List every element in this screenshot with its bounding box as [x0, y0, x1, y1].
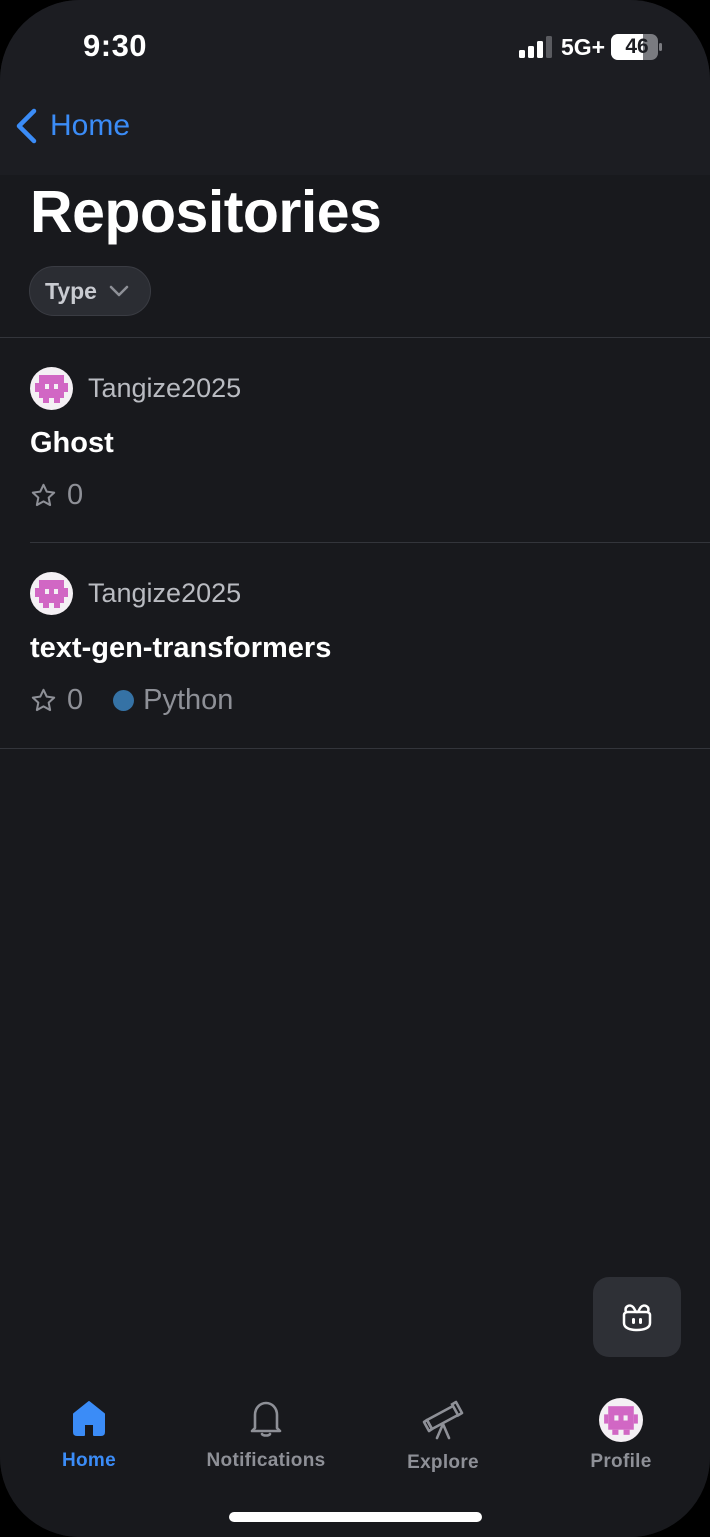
- status-bar: 9:30 5G+ 46: [0, 0, 710, 95]
- page-title: Repositories: [30, 179, 382, 245]
- repository-meta: 0: [30, 479, 83, 512]
- repository-name: Ghost: [30, 427, 114, 459]
- back-button[interactable]: Home: [14, 104, 130, 148]
- copilot-button[interactable]: [593, 1277, 681, 1357]
- phone-screen: 9:30 5G+ 46 Home Repositories Type Tangi…: [0, 0, 710, 1537]
- telescope-icon: [422, 1400, 464, 1440]
- star-count: 0: [67, 684, 84, 716]
- star-icon: [31, 483, 56, 507]
- repository-owner: Tangize2025: [88, 578, 242, 608]
- status-time: 9:30: [83, 28, 148, 63]
- home-icon: [73, 1401, 105, 1436]
- tab-profile[interactable]: Profile: [541, 1398, 701, 1473]
- chevron-left-icon: [16, 108, 37, 144]
- tab-notifications[interactable]: Notifications: [186, 1398, 346, 1472]
- back-label: Home: [50, 109, 131, 142]
- repository-name: text-gen-transformers: [30, 632, 332, 664]
- battery-level: 46: [625, 35, 649, 58]
- tab-label: Profile: [590, 1451, 652, 1472]
- avatar: [599, 1398, 643, 1442]
- repository-row[interactable]: Tangize2025 Ghost 0: [0, 338, 710, 543]
- language-color-dot: [113, 690, 135, 711]
- owner-avatar: [30, 367, 73, 410]
- repository-row[interactable]: Tangize2025 text-gen-transformers 0 Pyth…: [0, 543, 710, 748]
- tab-home[interactable]: Home: [9, 1398, 169, 1472]
- home-indicator: [229, 1512, 482, 1522]
- chevron-down-icon: [109, 285, 129, 297]
- type-filter-button[interactable]: Type: [29, 266, 151, 316]
- tab-explore[interactable]: Explore: [363, 1398, 523, 1474]
- tab-label: Notifications: [206, 1450, 326, 1471]
- bell-icon: [250, 1401, 282, 1437]
- star-icon: [31, 688, 56, 712]
- copilot-icon: [622, 1304, 652, 1332]
- divider: [0, 748, 710, 749]
- network-type: 5G+: [561, 34, 606, 60]
- owner-avatar: [30, 572, 73, 615]
- tab-label: Home: [62, 1450, 116, 1471]
- tab-label: Explore: [407, 1452, 479, 1473]
- star-count: 0: [67, 479, 84, 511]
- signal-icon: [519, 36, 552, 58]
- type-filter-label: Type: [45, 277, 97, 304]
- repository-meta: 0 Python: [30, 684, 233, 717]
- language-label: Python: [143, 684, 234, 716]
- repository-owner: Tangize2025: [88, 373, 242, 403]
